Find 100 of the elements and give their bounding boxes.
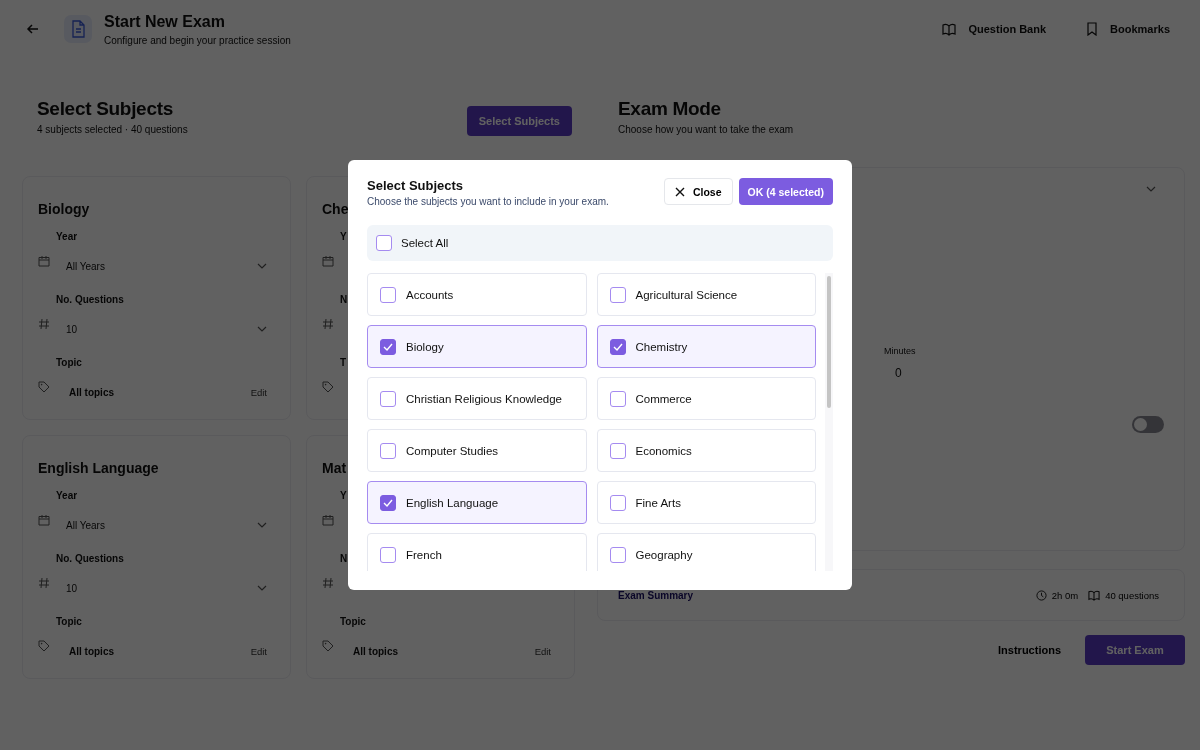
book-icon: [942, 22, 957, 36]
card-title: English Language: [38, 460, 159, 476]
checkbox[interactable]: [609, 390, 626, 407]
clock-icon: [1035, 589, 1047, 601]
checkbox[interactable]: [376, 235, 392, 251]
subject-label: Fine Arts: [635, 496, 681, 509]
subject-label: Chemistry: [635, 340, 688, 353]
checkbox[interactable]: [380, 286, 396, 303]
bookmark-icon: [1086, 22, 1099, 36]
subject-label: Accounts: [406, 288, 454, 301]
card-title: Mat: [322, 460, 347, 476]
hash-icon: [38, 318, 50, 330]
page-subtitle: Configure and begin your practice session: [104, 34, 291, 46]
checkbox[interactable]: [609, 338, 626, 355]
subject-option[interactable]: Christian Religious Knowledge: [367, 377, 587, 420]
ok-button[interactable]: OK (4 selected): [738, 178, 833, 205]
dialog-subtitle: Choose the subjects you want to include in your exam.: [367, 196, 610, 207]
chevron-down-icon: [257, 263, 267, 269]
calendar-icon: [38, 255, 50, 267]
checkbox[interactable]: [380, 494, 396, 511]
field-label: N: [340, 553, 348, 566]
dialog-title: Select Subjects: [367, 178, 465, 193]
subject-option[interactable]: Geography: [596, 533, 816, 571]
subject-label: Computer Studies: [406, 444, 499, 457]
check-icon: [383, 498, 393, 507]
field-label: Y: [340, 231, 347, 244]
arrow-left-icon: [26, 22, 40, 36]
subject-label: English Language: [406, 496, 499, 509]
toggle-switch[interactable]: [1132, 416, 1164, 433]
field-label: Year: [56, 490, 78, 503]
subject-option[interactable]: Chemistry: [596, 325, 816, 368]
book-icon: [1088, 589, 1101, 601]
duration-text: 2h 0m: [1051, 589, 1079, 601]
field-label: Topic: [56, 357, 82, 370]
field-label: No. Questions: [56, 294, 124, 307]
scrollbar[interactable]: [825, 273, 833, 571]
subject-label: French: [406, 548, 442, 561]
subject-label: Geography: [635, 548, 693, 561]
subject-option[interactable]: Computer Studies: [367, 429, 587, 472]
section-title: Exam Mode: [618, 98, 722, 120]
tag-icon: [322, 381, 334, 393]
topic-value: All topics: [69, 645, 114, 657]
hash-icon: [322, 318, 334, 330]
subject-option[interactable]: Accounts: [367, 273, 587, 316]
minutes-label: Minutes: [884, 346, 916, 356]
subject-option[interactable]: Agricultural Science: [596, 273, 816, 316]
calendar-icon: [38, 514, 50, 526]
calendar-icon: [322, 255, 334, 267]
subject-option[interactable]: Biology: [367, 325, 587, 368]
section-subtitle: Choose how you want to take the exam: [618, 124, 795, 135]
checkbox[interactable]: [609, 494, 626, 511]
tag-icon: [322, 640, 334, 652]
checkbox[interactable]: [609, 286, 626, 303]
section-title: Select Subjects: [37, 98, 174, 120]
field-label: N: [340, 294, 348, 307]
close-icon: [674, 186, 685, 197]
hash-icon: [38, 577, 50, 589]
card-title: Che: [322, 201, 349, 217]
subject-label: Commerce: [635, 392, 692, 405]
subject-option[interactable]: Economics: [596, 429, 816, 472]
chevron-down-icon[interactable]: [1146, 186, 1156, 192]
close-button[interactable]: Close: [663, 178, 733, 205]
field-label: Topic: [56, 616, 82, 629]
page-title: Start New Exam: [104, 12, 226, 31]
check-icon: [612, 342, 623, 351]
selection-summary: 4 subjects selected · 40 questions: [37, 124, 188, 135]
summary-title: Exam Summary: [618, 589, 694, 601]
checkbox[interactable]: [380, 338, 396, 355]
subject-option[interactable]: Fine Arts: [596, 481, 816, 524]
field-label: Y: [340, 490, 347, 503]
question-count: 40 questions: [1105, 589, 1159, 601]
checkbox[interactable]: [380, 546, 396, 563]
field-label: Year: [56, 231, 78, 244]
hash-icon: [322, 577, 334, 589]
subject-option[interactable]: Commerce: [596, 377, 816, 420]
document-icon: [64, 15, 92, 43]
field-label: No. Questions: [56, 553, 124, 566]
chevron-down-icon: [257, 326, 267, 332]
select-all-label: Select All: [401, 237, 449, 249]
subject-label: Economics: [635, 444, 692, 457]
topic-value: All topics: [353, 645, 398, 657]
calendar-icon: [322, 514, 334, 526]
check-icon: [383, 342, 393, 351]
checkbox[interactable]: [380, 390, 396, 407]
tag-icon: [38, 640, 50, 652]
chevron-down-icon: [257, 522, 267, 528]
field-label: Topic: [340, 616, 366, 629]
field-label: T: [340, 357, 347, 370]
tag-icon: [38, 381, 50, 393]
checkbox[interactable]: [380, 442, 396, 459]
subject-label: Agricultural Science: [635, 288, 738, 301]
subject-label: Biology: [406, 340, 444, 353]
subject-option[interactable]: English Language: [367, 481, 587, 524]
chevron-down-icon: [257, 585, 267, 591]
checkbox[interactable]: [609, 546, 626, 563]
select-all-row[interactable]: Select All: [367, 225, 833, 261]
topic-value: All topics: [69, 386, 114, 398]
checkbox[interactable]: [609, 442, 626, 459]
subject-label: Christian Religious Knowledge: [406, 392, 562, 405]
subject-option[interactable]: French: [367, 533, 587, 571]
